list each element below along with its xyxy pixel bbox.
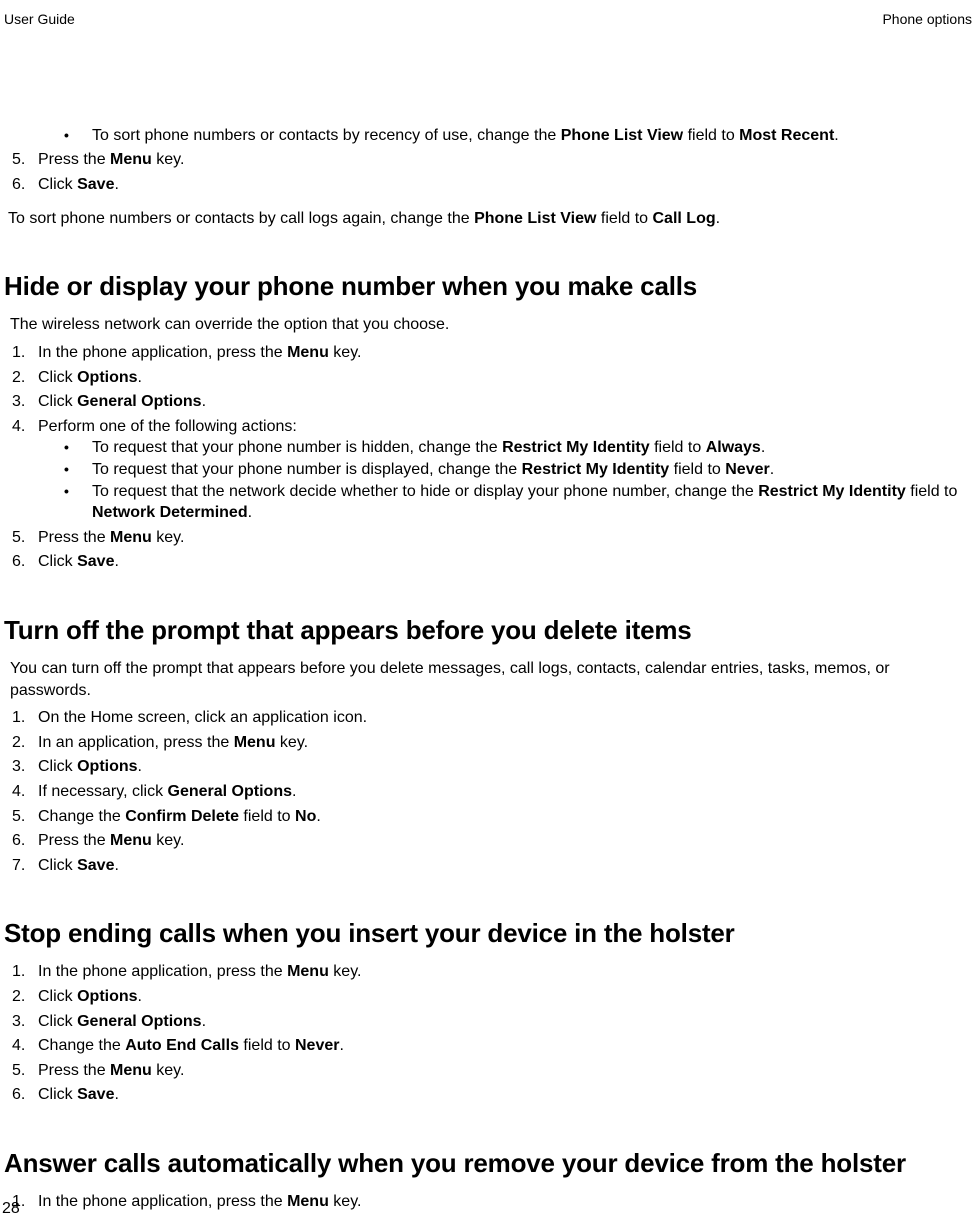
section-heading-hide-number: Hide or display your phone number when y… (4, 269, 972, 304)
section-intro: You can turn off the prompt that appears… (10, 658, 972, 701)
list-item: 6.Press the Menu key. (4, 830, 972, 852)
list-item: 7.Click Save. (4, 855, 972, 877)
bullet-marker: • (64, 125, 92, 147)
list-item: 4. Perform one of the following actions: (4, 416, 972, 438)
section-heading-delete-prompt: Turn off the prompt that appears before … (4, 613, 972, 648)
bullet-item: • To request that the network decide whe… (64, 481, 972, 524)
list-item: 1.In the phone application, press the Me… (4, 1191, 972, 1213)
list-item: 1.On the Home screen, click an applicati… (4, 707, 972, 729)
list-text: Click Save. (28, 174, 972, 196)
list-item: 5.Change the Confirm Delete field to No. (4, 806, 972, 828)
section-heading-auto-answer: Answer calls automatically when you remo… (4, 1146, 972, 1181)
bullet-item: • To sort phone numbers or contacts by r… (64, 125, 972, 147)
list-number: 6. (4, 174, 28, 196)
section-intro: The wireless network can override the op… (10, 314, 972, 336)
list-item: 3.Click General Options. (4, 1011, 972, 1033)
list-item: 5. Press the Menu key. (4, 527, 972, 549)
page-content: • To sort phone numbers or contacts by r… (0, 29, 976, 1213)
list-item: 6. Click Save. (4, 174, 972, 196)
list-item: 6.Click Save. (4, 1084, 972, 1106)
list-item: 3.Click Options. (4, 756, 972, 778)
bullet-item: • To request that your phone number is d… (64, 459, 972, 481)
list-item: 5. Press the Menu key. (4, 149, 972, 171)
list-text: Press the Menu key. (28, 149, 972, 171)
list-item: 2. Click Options. (4, 367, 972, 389)
page: User Guide Phone options • To sort phone… (0, 0, 976, 1228)
header-right: Phone options (882, 10, 972, 29)
list-item: 2.In an application, press the Menu key. (4, 732, 972, 754)
paragraph: To sort phone numbers or contacts by cal… (8, 208, 972, 230)
list-item: 2.Click Options. (4, 986, 972, 1008)
list-item: 5.Press the Menu key. (4, 1060, 972, 1082)
bullet-text: To sort phone numbers or contacts by rec… (92, 125, 972, 147)
bullet-item: • To request that your phone number is h… (64, 437, 972, 459)
list-item: 1. In the phone application, press the M… (4, 342, 972, 364)
list-item: 1.In the phone application, press the Me… (4, 961, 972, 983)
page-header: User Guide Phone options (0, 10, 976, 29)
list-number: 5. (4, 149, 28, 171)
list-item: 4.Change the Auto End Calls field to Nev… (4, 1035, 972, 1057)
list-item: 4.If necessary, click General Options. (4, 781, 972, 803)
page-number: 28 (2, 1198, 20, 1220)
header-left: User Guide (4, 10, 75, 29)
list-item: 3. Click General Options. (4, 391, 972, 413)
section-heading-stop-end-calls: Stop ending calls when you insert your d… (4, 916, 972, 951)
list-item: 6. Click Save. (4, 551, 972, 573)
